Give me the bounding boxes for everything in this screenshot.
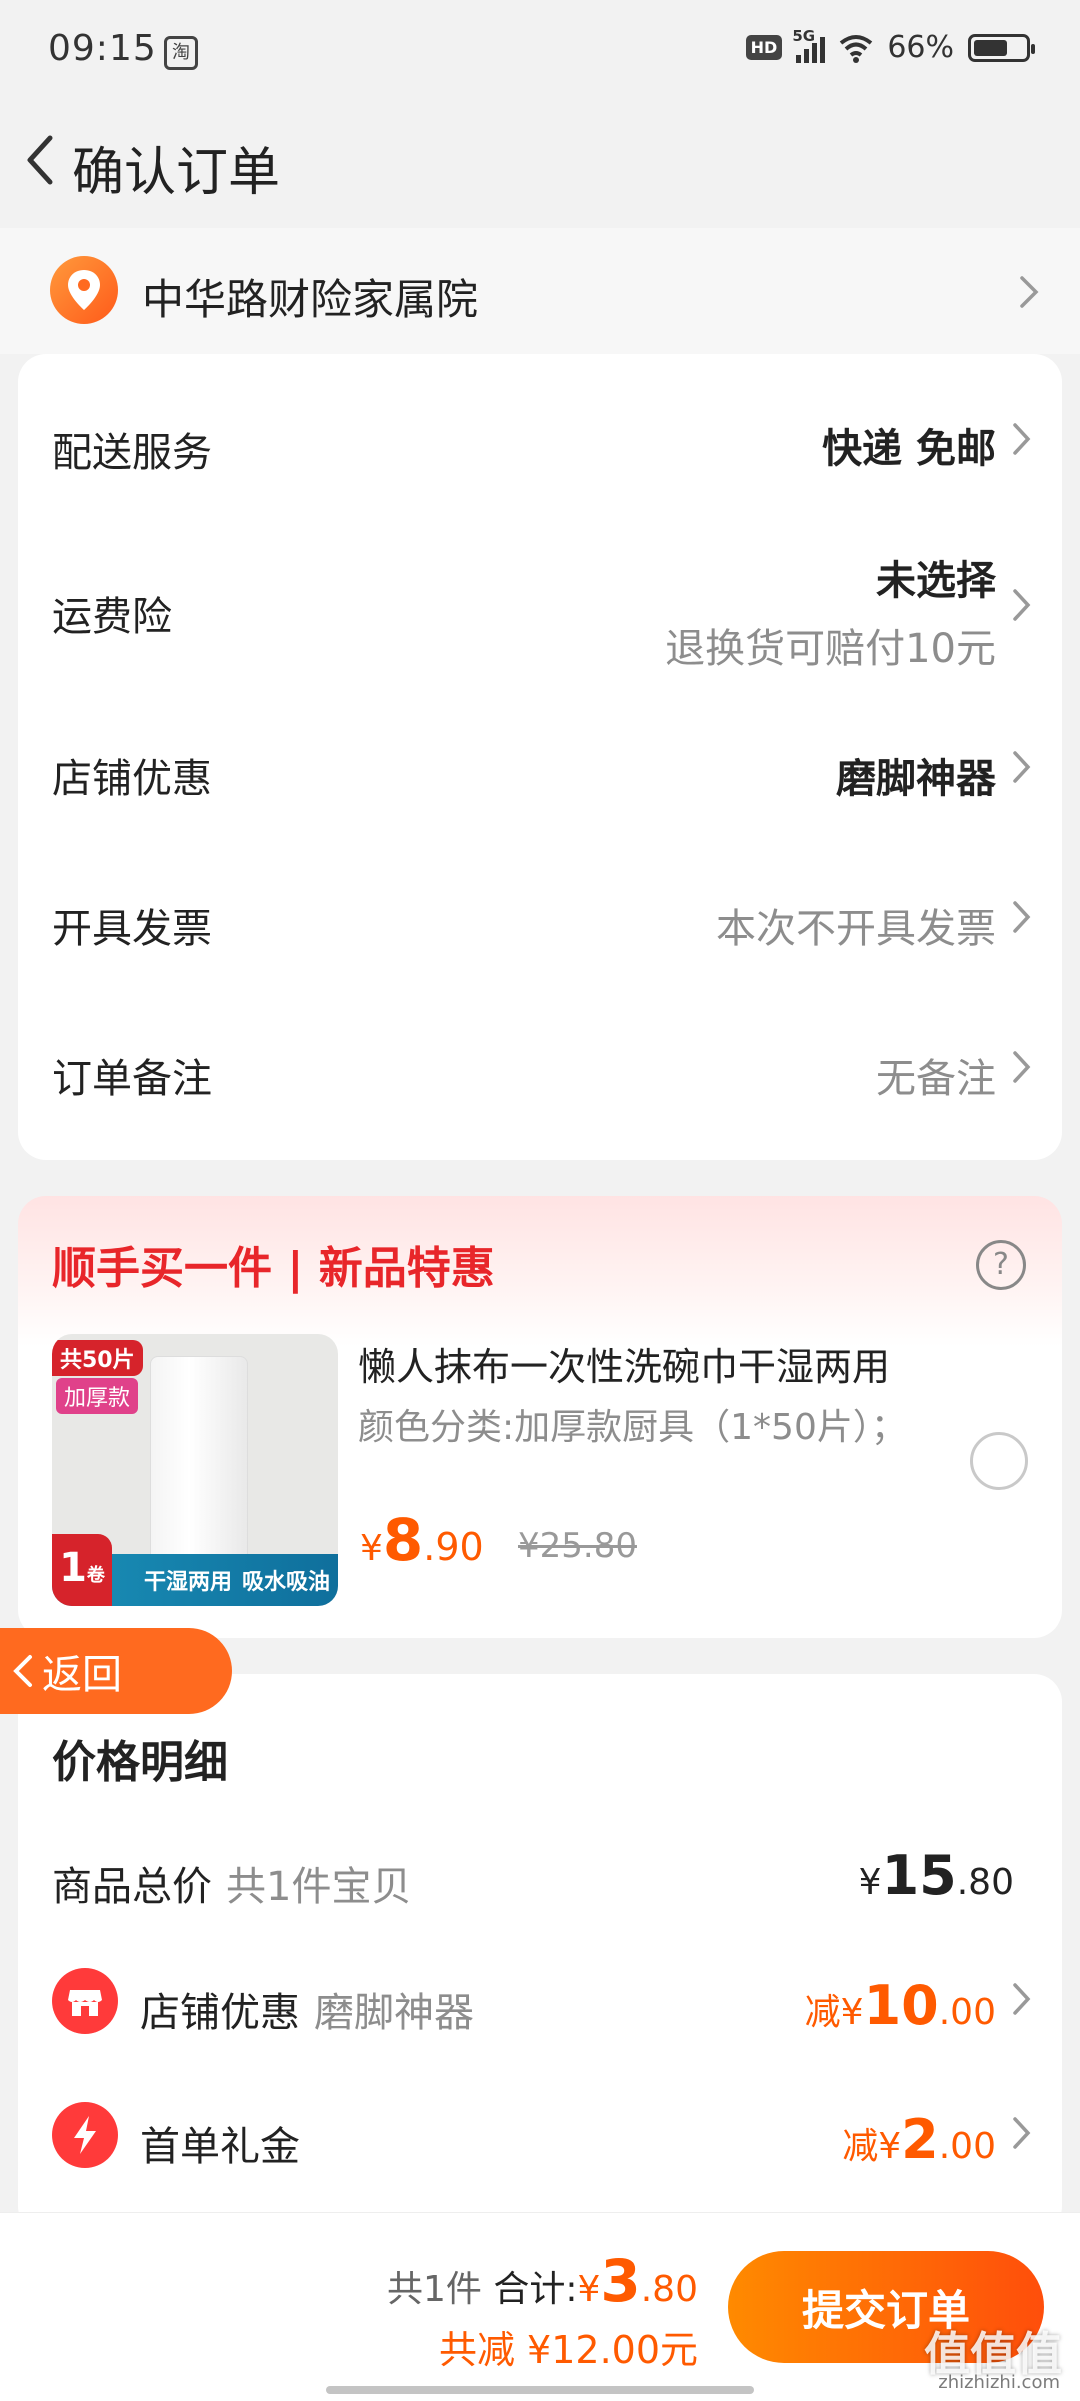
- total-line: 共1件 合计:¥3.80: [387, 2247, 698, 2315]
- goods-total-amount: ¥15.80: [859, 1844, 1014, 1907]
- original-price: ¥25.80: [518, 1526, 637, 1566]
- total-saving: 共减 ¥12.00元: [438, 2328, 698, 2372]
- shop-discount-row: 店铺优惠 磨脚神器: [140, 1980, 474, 2038]
- shop-discount-detail-label: 店铺优惠: [140, 1990, 300, 2036]
- chevron-right-icon: [1013, 1051, 1031, 1083]
- product-name[interactable]: 懒人抹布一次性洗碗巾干湿两用: [358, 1336, 998, 1391]
- lightning-icon: [52, 2102, 118, 2168]
- shop-icon: [52, 1968, 118, 2034]
- page-header: 确认订单: [0, 110, 1080, 210]
- feature-wet-dry: 干湿两用: [143, 1570, 232, 1595]
- price-int: 8: [382, 1506, 424, 1574]
- battery-icon: [968, 33, 1035, 62]
- chevron-right-icon: [1020, 276, 1039, 308]
- chevron-right-icon: [1013, 1983, 1031, 2015]
- remark-label: 订单备注: [52, 1056, 212, 1102]
- network-type: 5G: [792, 26, 816, 45]
- status-time: 09:15: [48, 28, 157, 69]
- thick-tag: 加厚款: [56, 1378, 139, 1414]
- insurance-label: 运费险: [52, 594, 172, 640]
- location-pin-icon: [50, 256, 118, 324]
- remark-value[interactable]: 无备注: [876, 1046, 996, 1104]
- total-dec: .80: [640, 2269, 698, 2310]
- shop-discount-prefix: 减: [804, 1992, 841, 2033]
- price-dec: .90: [423, 1525, 484, 1569]
- hd-icon: HD: [745, 35, 783, 60]
- wifi-icon: [840, 34, 873, 63]
- watermark-url: zhizhizhi.com: [938, 2372, 1060, 2393]
- shop-discount-label: 店铺优惠: [52, 756, 212, 802]
- first-order-amount[interactable]: 减¥2.00: [842, 2108, 996, 2171]
- shop-discount-amount[interactable]: 减¥10.00: [805, 1974, 996, 2037]
- promo-title: 顺手买一件 | 新品特惠: [52, 1243, 495, 1294]
- return-label: 返回: [42, 1652, 122, 1698]
- first-order-int: 2: [901, 2108, 939, 2171]
- shop-discount-detail-sub: 磨脚神器: [314, 1990, 474, 2036]
- goods-total-row: 商品总价 共1件宝贝: [52, 1854, 411, 1912]
- item-count: 共1件: [386, 2269, 482, 2310]
- first-order-dec: .00: [938, 2126, 996, 2167]
- order-options-card: 配送服务 快递 免邮 运费险 未选择 退换货可赔付10元 店铺优惠 磨脚神器 开…: [18, 354, 1062, 1160]
- shop-discount-dec: .00: [938, 1992, 996, 2033]
- product-image[interactable]: 共50片 加厚款 干湿两用 吸水吸油 1卷: [52, 1334, 338, 1606]
- goods-total-int: 15: [881, 1844, 957, 1907]
- chevron-left-icon: [13, 1655, 32, 1687]
- chevron-right-icon: [1013, 423, 1031, 455]
- delivery-value[interactable]: 快递 免邮: [822, 416, 996, 474]
- taobao-notification-icon: 淘: [164, 36, 198, 70]
- address-text: 中华路财险家属院: [142, 275, 479, 324]
- page-title: 确认订单: [72, 143, 281, 203]
- select-product-radio[interactable]: [970, 1432, 1028, 1490]
- chevron-right-icon: [1013, 2117, 1031, 2149]
- total-int: 3: [600, 2247, 641, 2315]
- count-tag: 共50片: [52, 1340, 143, 1376]
- signal-icon: 5G: [792, 27, 826, 63]
- status-bar: 09:15 淘 HD 5G 66%: [0, 0, 1080, 100]
- product-spec: 颜色分类:加厚款厨具（1*50片）；: [358, 1407, 907, 1448]
- first-order-prefix: 减: [842, 2126, 879, 2167]
- help-icon[interactable]: ?: [976, 1240, 1026, 1290]
- shop-discount-int: 10: [863, 1974, 939, 2037]
- back-arrow-icon[interactable]: [14, 128, 70, 192]
- insurance-note: 退换货可赔付10元: [665, 626, 996, 672]
- first-order-label: 首单礼金: [140, 2124, 300, 2170]
- status-indicators: HD 5G 66%: [745, 27, 1035, 65]
- chevron-right-icon: [1013, 589, 1031, 621]
- roll-unit: 卷: [86, 1565, 105, 1586]
- checkout-bar: 共1件 合计:¥3.80 共减 ¥12.00元 提交订单: [0, 2212, 1080, 2401]
- shop-discount-value[interactable]: 磨脚神器: [836, 746, 996, 804]
- address-row[interactable]: 中华路财险家属院: [0, 228, 1080, 354]
- insurance-value[interactable]: 未选择: [876, 548, 996, 606]
- invoice-label: 开具发票: [52, 906, 212, 952]
- price-detail-card: 价格明细 商品总价 共1件宝贝 ¥15.80 店铺优惠 磨脚神器 减¥10.00 首…: [18, 1674, 1062, 2234]
- feature-absorb: 吸水吸油: [241, 1570, 330, 1595]
- roll-number: 1: [59, 1545, 87, 1591]
- return-button[interactable]: 返回: [0, 1628, 232, 1714]
- total-amount: ¥3.80: [577, 2247, 698, 2315]
- add-on-promo-card: 顺手买一件 | 新品特惠 ? 共50片 加厚款 干湿两用 吸水吸油 1卷 懒人抹…: [18, 1196, 1062, 1638]
- price-symbol: ¥: [360, 1528, 383, 1569]
- product-price: ¥8.90: [360, 1506, 484, 1574]
- goods-total-sub: 共1件宝贝: [226, 1864, 412, 1910]
- delivery-label: 配送服务: [52, 430, 212, 476]
- total-symbol: ¥: [577, 2269, 601, 2310]
- goods-total-label: 商品总价: [52, 1864, 212, 1910]
- total-label: 合计:: [493, 2269, 578, 2310]
- chevron-right-icon: [1013, 901, 1031, 933]
- goods-total-dec: .80: [956, 1862, 1014, 1903]
- battery-fill: [974, 39, 1007, 56]
- invoice-value[interactable]: 本次不开具发票: [716, 896, 996, 954]
- home-indicator[interactable]: [326, 2386, 754, 2394]
- roll-count-tag: 1卷: [52, 1534, 112, 1606]
- chevron-right-icon: [1013, 751, 1031, 783]
- price-detail-title: 价格明细: [52, 1737, 228, 1788]
- first-order-symbol: ¥: [878, 2126, 902, 2167]
- shop-discount-symbol: ¥: [840, 1992, 864, 2033]
- goods-total-symbol: ¥: [858, 1862, 882, 1903]
- battery-percent: 66%: [887, 30, 954, 65]
- paper-roll-illustration: [150, 1356, 248, 1578]
